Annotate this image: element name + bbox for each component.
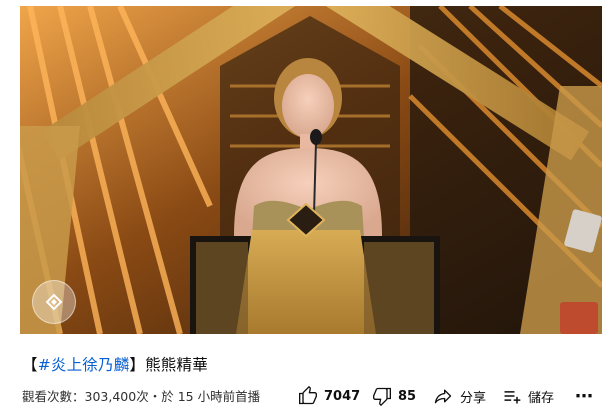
save-button[interactable]: 儲存 bbox=[502, 384, 554, 408]
view-count: 303,400次 bbox=[84, 389, 149, 404]
hashtag-link[interactable]: #炎上徐乃麟 bbox=[38, 356, 130, 374]
video-metadata: 觀看次數：303,400次・於 15 小時前首播 bbox=[22, 386, 260, 405]
title-bracket-open: 【 bbox=[22, 356, 38, 374]
dislike-button[interactable]: 85 bbox=[372, 384, 416, 408]
save-label: 儲存 bbox=[528, 390, 555, 406]
like-count: 7047 bbox=[324, 388, 361, 404]
meta-separator: ・ bbox=[148, 389, 162, 404]
title-bracket-close: 】 bbox=[129, 356, 146, 374]
thumbs-down-icon bbox=[373, 387, 391, 406]
views-label: 觀看次數： bbox=[22, 389, 85, 404]
more-button[interactable]: ⋯ bbox=[575, 384, 593, 408]
video-frame[interactable] bbox=[20, 6, 602, 334]
like-button[interactable]: 7047 bbox=[298, 384, 360, 408]
video-title: 【#炎上徐乃麟】熊熊精華 bbox=[22, 353, 208, 375]
dislike-count: 85 bbox=[398, 388, 417, 404]
publish-time: 於 15 小時前首播 bbox=[161, 389, 261, 404]
video-content bbox=[20, 6, 602, 334]
share-label: 分享 bbox=[460, 390, 487, 406]
more-icon: ⋯ bbox=[575, 385, 593, 407]
video-player[interactable] bbox=[0, 0, 616, 338]
channel-watermark-icon[interactable] bbox=[32, 280, 76, 324]
share-icon bbox=[434, 389, 452, 404]
title-text: 熊熊精華 bbox=[145, 356, 208, 374]
share-button[interactable]: 分享 bbox=[432, 384, 486, 408]
playlist-add-icon bbox=[504, 391, 521, 404]
thumbs-up-icon bbox=[299, 386, 317, 405]
